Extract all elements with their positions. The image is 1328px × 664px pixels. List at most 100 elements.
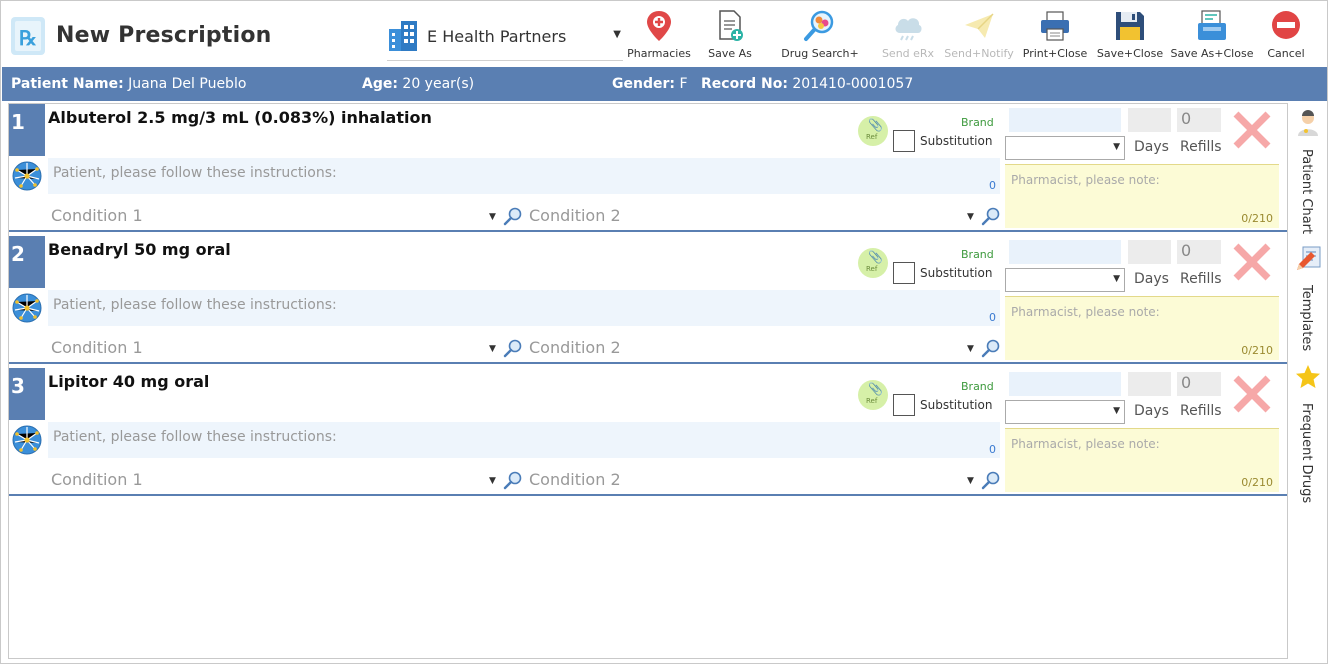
tab-frequent-drugs[interactable]: Frequent Drugs: [1291, 363, 1325, 503]
substitution-checkbox[interactable]: [893, 394, 915, 416]
patient-name: Patient Name: Juana Del Pueblo: [11, 76, 247, 92]
magnifier-icon[interactable]: [981, 206, 1001, 226]
organization-name: E Health Partners: [427, 27, 567, 46]
drug-search-button[interactable]: Drug Search+: [765, 7, 875, 65]
days-input[interactable]: [1128, 372, 1171, 396]
organization-select[interactable]: E Health Partners ▼: [387, 19, 623, 61]
pharmacist-note-input[interactable]: Pharmacist, please note: 0/210: [1005, 164, 1279, 228]
magnifier-icon[interactable]: [503, 206, 523, 226]
reference-button[interactable]: 📎 Ref: [858, 116, 888, 146]
instructions-placeholder: Patient, please follow these instruction…: [53, 297, 337, 313]
ref-label: Ref: [866, 133, 878, 141]
cancel-button[interactable]: Cancel: [1257, 7, 1315, 65]
quantity-input[interactable]: [1009, 108, 1121, 132]
condition-1-select[interactable]: Condition 1 ▼: [49, 336, 503, 360]
globe-network-icon[interactable]: [11, 424, 43, 456]
ref-label: Ref: [866, 397, 878, 405]
send-erx-button[interactable]: Send eRx: [875, 7, 941, 65]
days-label: Days: [1134, 139, 1169, 155]
save-as-button[interactable]: Save As: [695, 7, 765, 65]
chevron-down-icon: ▼: [967, 476, 974, 486]
quantity-input[interactable]: [1009, 240, 1121, 264]
patient-instructions-input[interactable]: Patient, please follow these instruction…: [48, 158, 1000, 194]
magnifier-icon[interactable]: [503, 338, 523, 358]
chevron-down-icon: ▼: [967, 344, 974, 354]
refills-input[interactable]: 0: [1177, 240, 1221, 264]
condition-1-select[interactable]: Condition 1 ▼: [49, 204, 503, 228]
prescription-icon: ℞: [11, 17, 45, 55]
condition-2-placeholder: Condition 2: [529, 470, 621, 489]
reference-button[interactable]: 📎 Ref: [858, 248, 888, 278]
condition-1-placeholder: Condition 1: [51, 470, 143, 489]
condition-2-placeholder: Condition 2: [529, 338, 621, 357]
quantity-input[interactable]: [1009, 372, 1121, 396]
condition-1-select[interactable]: Condition 1 ▼: [49, 468, 503, 492]
send-notify-button[interactable]: Send+Notify: [941, 7, 1017, 65]
pharmacist-note-placeholder: Pharmacist, please note:: [1011, 305, 1160, 319]
save-as-close-button[interactable]: Save As+Close: [1167, 7, 1257, 65]
pharmacist-note-input[interactable]: Pharmacist, please note: 0/210: [1005, 428, 1279, 492]
substitution-label: Substitution: [920, 134, 993, 148]
cancel-icon: [1272, 11, 1300, 39]
svg-text:℞: ℞: [19, 28, 37, 50]
star-icon: [1296, 365, 1320, 388]
chevron-down-icon: ▼: [489, 212, 496, 222]
chevron-down-icon: ▼: [489, 476, 496, 486]
pharmacist-note-input[interactable]: Pharmacist, please note: 0/210: [1005, 296, 1279, 360]
substitution-checkbox[interactable]: [893, 130, 915, 152]
globe-network-icon[interactable]: [11, 292, 43, 324]
tab-templates[interactable]: Templates: [1291, 245, 1325, 355]
substitution-label: Substitution: [920, 398, 993, 412]
days-input[interactable]: [1128, 240, 1171, 264]
pharmacist-note-placeholder: Pharmacist, please note:: [1011, 173, 1160, 187]
unit-select[interactable]: ▼: [1005, 400, 1125, 424]
chevron-down-icon: ▼: [613, 29, 621, 40]
magnifier-icon[interactable]: [981, 470, 1001, 490]
condition-2-select[interactable]: Condition 2 ▼: [527, 336, 981, 360]
substitution-checkbox[interactable]: [893, 262, 915, 284]
paperclip-icon: 📎: [868, 382, 883, 396]
unit-select[interactable]: ▼: [1005, 268, 1125, 292]
red-x-icon[interactable]: [1230, 240, 1274, 284]
chevron-down-icon: ▼: [1113, 274, 1120, 284]
prescription-list: 1 Albuterol 2.5 mg/3 mL (0.083%) inhalat…: [8, 103, 1288, 659]
drug-name[interactable]: Lipitor 40 mg oral: [48, 372, 209, 391]
condition-2-select[interactable]: Condition 2 ▼: [527, 204, 981, 228]
page-title: New Prescription: [56, 23, 272, 48]
prescription-row: 2 Benadryl 50 mg oral 📎 Ref Brand Substi…: [9, 236, 1287, 364]
rx-number: 3: [9, 368, 45, 420]
header: ℞ New Prescription E Health Partners ▼ P…: [1, 1, 1327, 67]
refills-input[interactable]: 0: [1177, 108, 1221, 132]
unit-select[interactable]: ▼: [1005, 136, 1125, 160]
instructions-placeholder: Patient, please follow these instruction…: [53, 429, 337, 445]
drug-name[interactable]: Albuterol 2.5 mg/3 mL (0.083%) inhalatio…: [48, 108, 432, 127]
brand-label: Brand: [961, 116, 994, 129]
patient-info-bar: Patient Name: Juana Del Pueblo Age: 20 y…: [2, 67, 1327, 101]
tab-patient-chart[interactable]: Patient Chart: [1291, 109, 1325, 234]
print-close-button[interactable]: Print+Close: [1017, 7, 1093, 65]
instructions-char-count: 0: [989, 179, 996, 192]
condition-2-select[interactable]: Condition 2 ▼: [527, 468, 981, 492]
brand-label: Brand: [961, 248, 994, 261]
globe-network-icon[interactable]: [11, 160, 43, 192]
pharmacist-note-placeholder: Pharmacist, please note:: [1011, 437, 1160, 451]
refills-input[interactable]: 0: [1177, 372, 1221, 396]
reference-button[interactable]: 📎 Ref: [858, 380, 888, 410]
condition-1-placeholder: Condition 1: [51, 338, 143, 357]
pharmacies-button[interactable]: Pharmacies: [623, 7, 695, 65]
red-x-icon[interactable]: [1230, 108, 1274, 152]
chevron-down-icon: ▼: [1113, 406, 1120, 416]
pharmacist-note-char-count: 0/210: [1241, 344, 1273, 357]
patient-instructions-input[interactable]: Patient, please follow these instruction…: [48, 422, 1000, 458]
red-x-icon[interactable]: [1230, 372, 1274, 416]
magnifier-icon[interactable]: [981, 338, 1001, 358]
save-close-button[interactable]: Save+Close: [1093, 7, 1167, 65]
magnifier-icon[interactable]: [503, 470, 523, 490]
rx-number: 2: [9, 236, 45, 288]
instructions-char-count: 0: [989, 443, 996, 456]
days-input[interactable]: [1128, 108, 1171, 132]
prescription-window: ℞ New Prescription E Health Partners ▼ P…: [0, 0, 1328, 664]
drug-name[interactable]: Benadryl 50 mg oral: [48, 240, 231, 259]
template-pencil-icon: [1297, 246, 1321, 270]
patient-instructions-input[interactable]: Patient, please follow these instruction…: [48, 290, 1000, 326]
